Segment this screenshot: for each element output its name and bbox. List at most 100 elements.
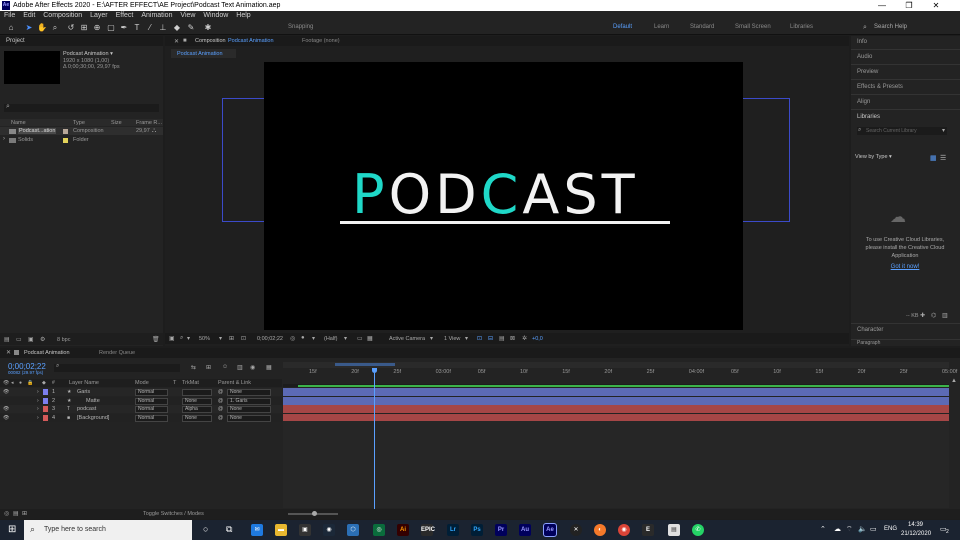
add-content-icon[interactable]: ✚ <box>920 312 925 319</box>
lock-icon[interactable]: ■ <box>183 38 187 44</box>
layer-label-color[interactable] <box>43 406 48 412</box>
label-color-swatch[interactable] <box>63 129 68 134</box>
grid-view-icon[interactable]: ▦ <box>930 154 937 162</box>
workspace-libraries[interactable]: Libraries <box>790 24 813 30</box>
underline-bar[interactable] <box>340 221 670 224</box>
layer-name[interactable]: Garis <box>77 388 90 396</box>
steam-icon[interactable]: ◉ <box>323 524 335 536</box>
language-indicator[interactable]: ENG <box>884 526 897 532</box>
transparency-grid-icon[interactable]: ▦ <box>367 335 373 342</box>
layer-label-color[interactable] <box>43 414 48 421</box>
app-icon[interactable]: ✕ <box>570 524 582 536</box>
trash-icon[interactable]: ▥ <box>942 312 948 319</box>
breadcrumb-comp[interactable]: Podcast Animation <box>177 51 223 57</box>
new-comp-icon[interactable]: ▣ <box>28 336 34 343</box>
clock-date[interactable]: 21/12/2020 <box>901 531 931 537</box>
trkmat-dropdown[interactable]: None <box>182 414 212 422</box>
eye-icon[interactable]: 👁 <box>3 388 9 396</box>
mask-visibility-icon[interactable]: ⊡ <box>241 335 246 342</box>
puppet-tool-icon[interactable]: ✱ <box>203 23 213 33</box>
zoom-slider-knob[interactable] <box>312 511 317 516</box>
exposure-value[interactable]: +0,0 <box>532 336 543 342</box>
chevron-down-icon[interactable]: ▾ <box>219 335 222 342</box>
layer-duration-bar[interactable] <box>283 405 949 413</box>
workspace-default[interactable]: Default <box>613 24 632 30</box>
col-trkmat[interactable]: TrkMat <box>182 380 199 386</box>
eraser-tool-icon[interactable]: ◆ <box>172 23 182 33</box>
timeline-navigator-icon[interactable]: ▲ <box>951 378 957 384</box>
hand-tool-icon[interactable]: ✋ <box>37 23 47 33</box>
menu-effect[interactable]: Effect <box>116 12 134 19</box>
roto-brush-tool-icon[interactable]: ✎ <box>186 23 196 33</box>
menu-layer[interactable]: Layer <box>90 12 108 19</box>
toggle-switches-modes[interactable]: Toggle Switches / Modes <box>143 511 204 517</box>
bpc-label[interactable]: 8 bpc <box>57 337 70 343</box>
epic-games-icon[interactable]: E <box>642 524 654 536</box>
trkmat-dropdown[interactable]: None <box>182 397 212 405</box>
list-view-icon[interactable]: ☰ <box>940 154 946 162</box>
camera-dropdown[interactable]: Active Camera <box>389 336 425 342</box>
panel-effects-presets[interactable]: Effects & Presets <box>857 84 903 90</box>
resolution-dropdown[interactable]: (Half) <box>324 336 337 342</box>
layer-name[interactable]: Matte <box>86 397 100 405</box>
camera-tool-icon[interactable]: ⊞ <box>79 23 89 33</box>
comp-tab-name[interactable]: Podcast Animation <box>228 38 274 44</box>
rotate-tool-icon[interactable]: ↺ <box>66 23 76 33</box>
zoom-tool-icon[interactable]: ⌕ <box>50 23 60 33</box>
minimize-icon[interactable]: — <box>872 0 892 11</box>
layer-duration-bar[interactable] <box>283 388 949 396</box>
chevron-down-icon[interactable]: ▾ <box>942 127 945 134</box>
blender-icon[interactable]: ◐ <box>594 524 606 536</box>
render-time-icon[interactable]: ◎ <box>4 510 9 517</box>
comp-timecode[interactable]: 0;00;02;22 <box>257 336 283 342</box>
layer-row[interactable]: 👁 › 4 ■ [Background] Normal None @ None <box>0 413 282 422</box>
whatsapp-icon[interactable]: ✆ <box>692 524 704 536</box>
project-search-input[interactable] <box>4 104 159 112</box>
close-icon[interactable]: ✕ <box>6 349 11 356</box>
got-it-now-link[interactable]: Got it now! <box>859 264 951 270</box>
magnify-icon[interactable]: ⌕ <box>180 335 183 342</box>
mail-icon[interactable]: ✉ <box>251 524 263 536</box>
close-icon[interactable]: ✕ <box>926 0 946 11</box>
taskbar-app-epic-icon[interactable]: EPIC <box>421 524 435 536</box>
panel-character[interactable]: Character <box>857 327 883 333</box>
search-icon[interactable]: ⌕ <box>863 24 867 32</box>
shy-icon[interactable]: ☺ <box>222 364 228 370</box>
snapshot-icon[interactable]: ◎ <box>290 335 295 342</box>
menu-file[interactable]: File <box>4 12 15 19</box>
workspace-learn[interactable]: Learn <box>654 24 669 30</box>
chevron-right-icon[interactable]: › <box>37 388 39 396</box>
chevron-right-icon[interactable]: › <box>37 397 39 405</box>
comp-flowchart-icon[interactable]: ⇆ <box>191 364 196 371</box>
taskbar-app-ai-icon[interactable]: Ai <box>397 524 409 536</box>
interpret-footage-icon[interactable]: ▤ <box>4 336 10 343</box>
zoom-dropdown[interactable]: 50% <box>199 336 210 342</box>
chevron-down-icon[interactable]: ▾ <box>187 335 190 342</box>
layer-name[interactable]: podcast <box>77 405 96 413</box>
vpn-icon[interactable]: ⬡ <box>347 524 359 536</box>
xbox-icon[interactable]: ◎ <box>373 524 385 536</box>
col-parent[interactable]: Parent & Link <box>218 380 251 386</box>
panel-audio[interactable]: Audio <box>857 54 872 60</box>
layer-name[interactable]: [Background] <box>77 414 109 422</box>
menu-view[interactable]: View <box>180 12 195 19</box>
always-preview-icon[interactable]: ▣ <box>169 335 175 342</box>
grid-icon[interactable]: ⊞ <box>229 335 234 342</box>
layer-row[interactable]: › 2 ★ Matte Normal None @1. Garis <box>0 396 282 405</box>
sync-icon[interactable]: ⌬ <box>931 312 936 319</box>
chevron-right-icon[interactable]: › <box>37 414 39 422</box>
panel-paragraph[interactable]: Paragraph <box>857 340 880 346</box>
pick-whip-icon[interactable]: @ <box>218 405 223 413</box>
col-size[interactable]: Size <box>111 120 122 126</box>
comp-tab-label[interactable]: Composition <box>195 38 226 44</box>
workspace-small-screen[interactable]: Small Screen <box>735 24 771 30</box>
taskbar-app-au-icon[interactable]: Au <box>519 524 531 536</box>
panel-align[interactable]: Align <box>857 99 870 105</box>
pan-behind-tool-icon[interactable]: ⊕ <box>92 23 102 33</box>
render-queue-tab[interactable]: Render Queue <box>99 350 135 356</box>
parent-dropdown[interactable]: None <box>227 414 271 422</box>
chevron-down-icon[interactable]: ▾ <box>344 335 347 342</box>
windows-start-icon[interactable]: ⊞ <box>8 524 16 535</box>
type-tool-icon[interactable]: T <box>132 23 142 33</box>
battery-icon[interactable]: ▭ <box>870 525 877 533</box>
